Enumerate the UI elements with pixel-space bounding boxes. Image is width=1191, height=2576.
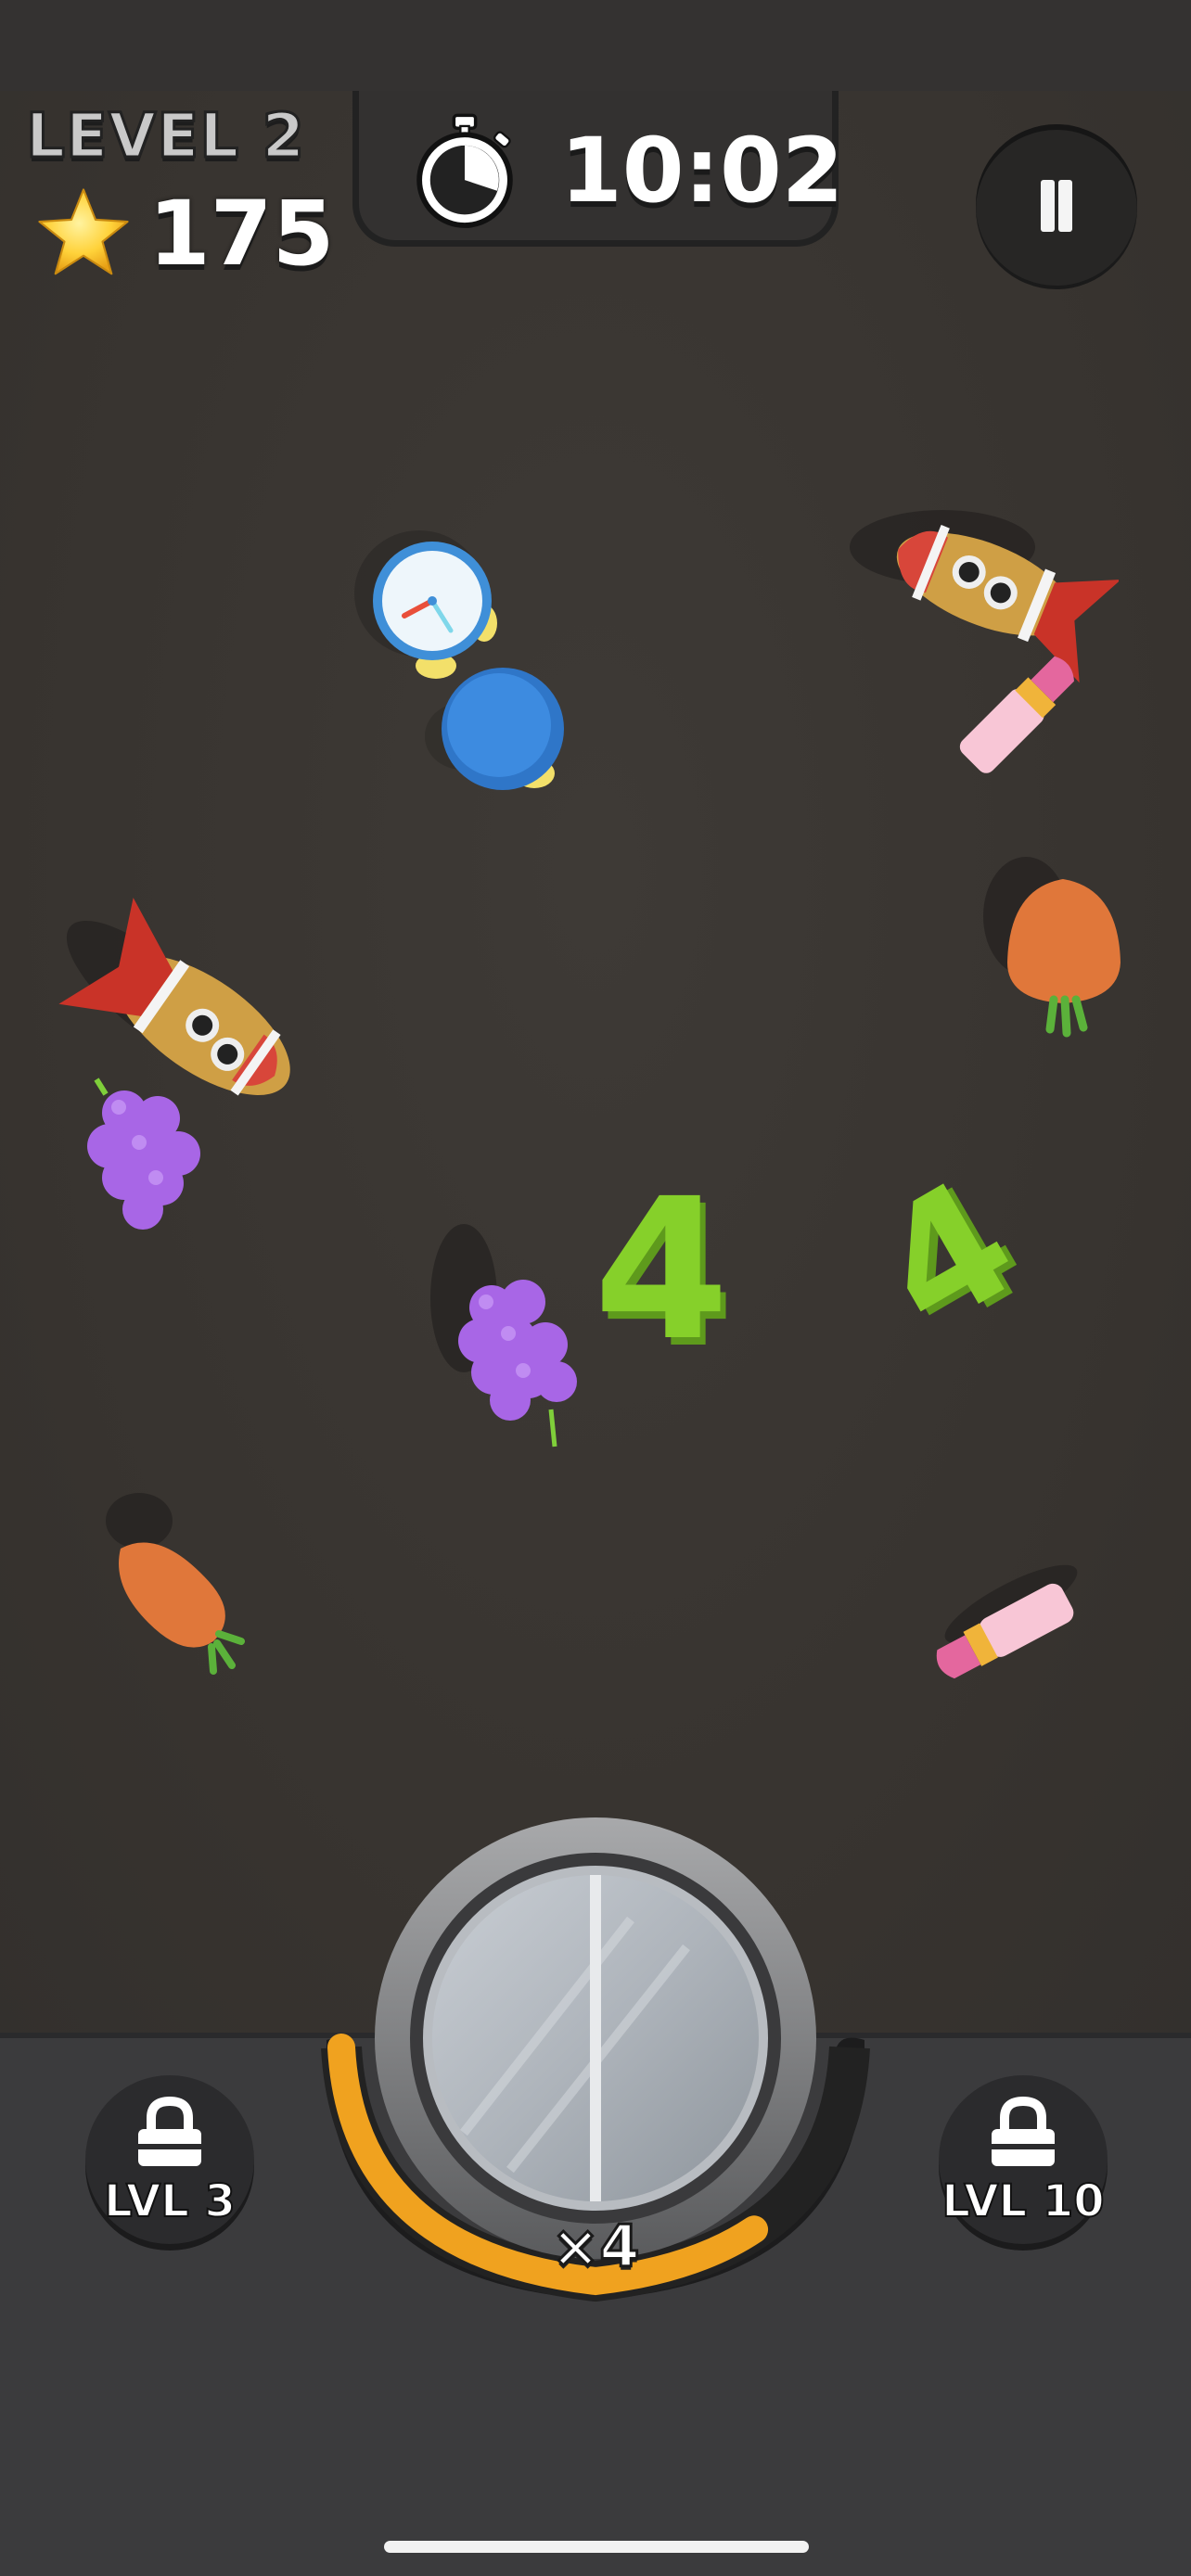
locked-powerup-left-label: LVL 3 (103, 2174, 237, 2228)
grapes-item[interactable] (69, 1076, 226, 1243)
level-label: LEVEL 2 (24, 99, 306, 173)
number-four-item[interactable]: 4 (594, 1156, 742, 1384)
status-bar-area (0, 0, 1191, 91)
home-indicator[interactable] (384, 2541, 809, 2553)
number-four-text: 4 (594, 1156, 730, 1384)
lock-icon (138, 2096, 201, 2166)
lipstick-item-2[interactable] (918, 1549, 1095, 1697)
pause-icon-bar (1058, 180, 1072, 232)
grapes-item-2[interactable] (427, 1205, 603, 1456)
lipstick-item[interactable] (946, 640, 1095, 788)
score-value: 175 (148, 182, 335, 286)
multiplier-label: ×4 (550, 2212, 641, 2282)
carrot-item-2[interactable] (102, 1484, 260, 1678)
locked-powerup-right-label: LVL 10 (941, 2174, 1105, 2228)
pause-button[interactable] (976, 124, 1137, 286)
timer-value: 10:02 (560, 119, 844, 223)
stopwatch-icon (416, 113, 513, 228)
blue-button-item[interactable] (425, 653, 583, 801)
star-icon (38, 188, 129, 275)
carrot-item[interactable] (980, 851, 1137, 1046)
pause-icon (1041, 180, 1055, 232)
locked-powerup-left[interactable]: LVL 3 (85, 2075, 254, 2244)
locked-powerup-right[interactable]: LVL 10 (939, 2075, 1108, 2244)
lock-icon (992, 2096, 1055, 2166)
